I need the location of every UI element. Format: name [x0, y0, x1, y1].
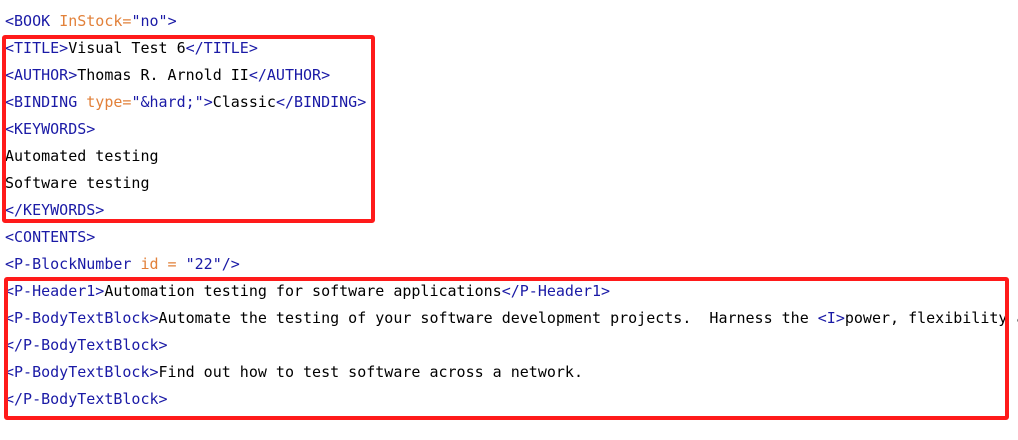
xml-tag-token: <CONTENTS> — [5, 228, 96, 246]
xml-tag-token: <P-Header1> — [5, 282, 105, 300]
code-line[interactable]: <AUTHOR>Thomas R. Arnold II</AUTHOR> — [5, 62, 330, 89]
xml-text-token: Thomas R. Arnold II — [77, 66, 249, 84]
xml-value-token: "no" — [131, 12, 168, 30]
xml-text-token: Find out how to test software across a n… — [158, 363, 583, 381]
xml-text-token: Classic — [212, 93, 276, 111]
code-line[interactable]: <CONTENTS> — [5, 224, 95, 251]
xml-tag-token: > — [203, 93, 213, 111]
xml-tag-token: <P-BodyTextBlock> — [5, 309, 159, 327]
xml-text-token: Automation testing for software applicat… — [104, 282, 502, 300]
xml-tag-token: <BINDING — [5, 93, 87, 111]
xml-tag-token: <TITLE> — [5, 39, 69, 57]
xml-text-token: Software testing — [5, 174, 150, 192]
xml-tag-token: <KEYWORDS> — [5, 120, 96, 138]
xml-tag-token: </P-BodyTextBlock> — [5, 390, 168, 408]
xml-tag-token: </BINDING> — [275, 93, 367, 111]
xml-tag-token: </KEYWORDS> — [5, 201, 105, 219]
code-line[interactable]: <BOOK InStock="no"> — [5, 8, 177, 35]
xml-attribute-token: InStock= — [59, 12, 132, 30]
xml-tag-token: </P-Header1> — [501, 282, 611, 300]
xml-code-editor[interactable]: </P-BodyTextBlock> <P-BodyTextBlock>Find … — [0, 0, 1018, 440]
code-line[interactable]: <P-Header1>Automation testing for softwa… — [5, 278, 610, 305]
code-line[interactable]: </P-BodyTextBlock> — [5, 386, 168, 413]
xml-attribute-token: id = — [140, 255, 186, 273]
xml-tag-token: </P-BodyTextBlock> — [5, 336, 168, 354]
code-line[interactable]: <P-BlockNumber id = "22"/> — [5, 251, 240, 278]
code-line[interactable]: <BINDING type="&hard;">Classic</BINDING> — [5, 89, 366, 116]
xml-tag-token: > — [167, 12, 177, 30]
code-line[interactable]: <P-BodyTextBlock>Find out how to test so… — [5, 359, 583, 386]
xml-value-token: "&hard;" — [131, 93, 204, 111]
xml-tag-token: /> — [221, 255, 240, 273]
xml-text-token: Automated testing — [5, 147, 159, 165]
xml-tag-token: </TITLE> — [185, 39, 258, 57]
xml-attribute-token: type= — [86, 93, 132, 111]
xml-value-token: "22" — [185, 255, 222, 273]
code-line[interactable]: </KEYWORDS> — [5, 197, 104, 224]
xml-text-token: Visual Test 6 — [68, 39, 186, 57]
xml-tag-token: <BOOK — [5, 12, 60, 30]
xml-tag-token: <P-BlockNumber — [5, 255, 141, 273]
xml-tag-token: </AUTHOR> — [248, 66, 331, 84]
xml-tag-token: <P-BodyTextBlock> — [5, 363, 159, 381]
xml-text-token: Automate the testing of your software de… — [158, 309, 818, 327]
xml-text-token: power, flexibility a — [844, 309, 1018, 327]
code-line[interactable]: Automated testing — [5, 143, 159, 170]
code-line[interactable]: <KEYWORDS> — [5, 116, 95, 143]
xml-tag-token: <I> — [817, 309, 845, 327]
code-line[interactable]: <P-BodyTextBlock>Automate the testing of… — [5, 305, 1018, 332]
xml-tag-token: <AUTHOR> — [5, 66, 78, 84]
code-line[interactable]: </P-BodyTextBlock> — [5, 332, 168, 359]
code-line[interactable]: <TITLE>Visual Test 6</TITLE> — [5, 35, 258, 62]
code-line[interactable]: Software testing — [5, 170, 150, 197]
